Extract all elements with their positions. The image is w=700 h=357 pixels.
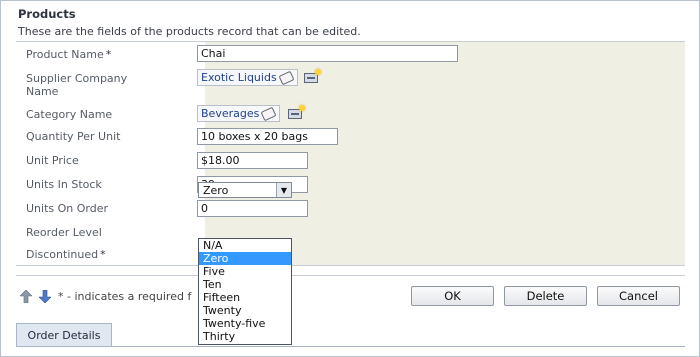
- reorder-level-label: Reorder Level: [26, 226, 102, 239]
- units-on-order-input[interactable]: [197, 200, 308, 217]
- dropdown-option[interactable]: Ten: [199, 278, 291, 291]
- unit-price-label: Unit Price: [26, 154, 79, 167]
- supplier-lookup-link[interactable]: Exotic Liquids: [197, 69, 298, 86]
- products-form-window: Products These are the fields of the pro…: [0, 0, 700, 357]
- quantity-per-unit-label: Quantity Per Unit: [26, 130, 121, 143]
- required-footnote: * - indicates a required f: [58, 290, 192, 303]
- category-lookup-value: Beverages: [201, 107, 260, 120]
- supplier-company-name-label: Supplier Company Name: [26, 72, 127, 98]
- supplier-label-line2: Name: [26, 85, 59, 98]
- tab-strip-line: [16, 346, 685, 347]
- form-fields-panel: Product Name* Supplier Company Name Exot…: [16, 41, 685, 266]
- arrow-down-icon[interactable]: [39, 290, 51, 303]
- discontinued-label: Discontinued *: [26, 248, 106, 261]
- new-item-icon[interactable]: [288, 105, 305, 119]
- delete-button[interactable]: Delete: [504, 286, 587, 306]
- quantity-per-unit-input[interactable]: [197, 128, 338, 145]
- tab-order-details[interactable]: Order Details: [16, 323, 112, 346]
- supplier-label-line1: Supplier Company: [26, 72, 128, 85]
- discontinued-label-text: Discontinued: [26, 248, 99, 261]
- required-mark: *: [100, 248, 106, 261]
- product-name-input[interactable]: [197, 45, 458, 62]
- dropdown-option[interactable]: Fifteen: [199, 291, 291, 304]
- dropdown-option[interactable]: Twenty: [199, 304, 291, 317]
- dropdown-option[interactable]: Thirty: [199, 330, 291, 343]
- form-title: Products: [18, 7, 76, 21]
- category-name-label: Category Name: [26, 108, 113, 121]
- footer-separator: [16, 275, 685, 276]
- reorder-level-selected-value: Zero: [203, 184, 229, 197]
- dropdown-option[interactable]: N/A: [199, 239, 291, 252]
- dropdown-option[interactable]: Five: [199, 265, 291, 278]
- unit-price-input[interactable]: [197, 152, 308, 169]
- eraser-icon[interactable]: [260, 106, 277, 122]
- product-name-label: Product Name *: [26, 48, 111, 61]
- arrow-up-icon[interactable]: [20, 290, 32, 303]
- units-in-stock-label: Units In Stock: [26, 178, 102, 191]
- cancel-button[interactable]: Cancel: [597, 286, 680, 306]
- product-name-label-text: Product Name: [26, 48, 104, 61]
- dropdown-option-selected[interactable]: Zero: [199, 252, 291, 265]
- supplier-lookup-value: Exotic Liquids: [201, 71, 277, 84]
- eraser-icon[interactable]: [278, 70, 295, 86]
- dropdown-option[interactable]: Twenty-five: [199, 317, 291, 330]
- ok-button[interactable]: OK: [411, 286, 494, 306]
- new-item-icon[interactable]: [304, 69, 321, 83]
- reorder-level-select[interactable]: Zero ▼: [198, 182, 292, 198]
- form-subtitle: These are the fields of the products rec…: [18, 25, 361, 38]
- reorder-level-dropdown-list: N/A Zero Five Ten Fifteen Twenty Twenty-…: [198, 238, 292, 345]
- category-lookup-link[interactable]: Beverages: [197, 105, 280, 122]
- required-mark: *: [105, 48, 112, 61]
- chevron-down-icon[interactable]: ▼: [276, 183, 291, 197]
- units-on-order-label: Units On Order: [26, 202, 109, 215]
